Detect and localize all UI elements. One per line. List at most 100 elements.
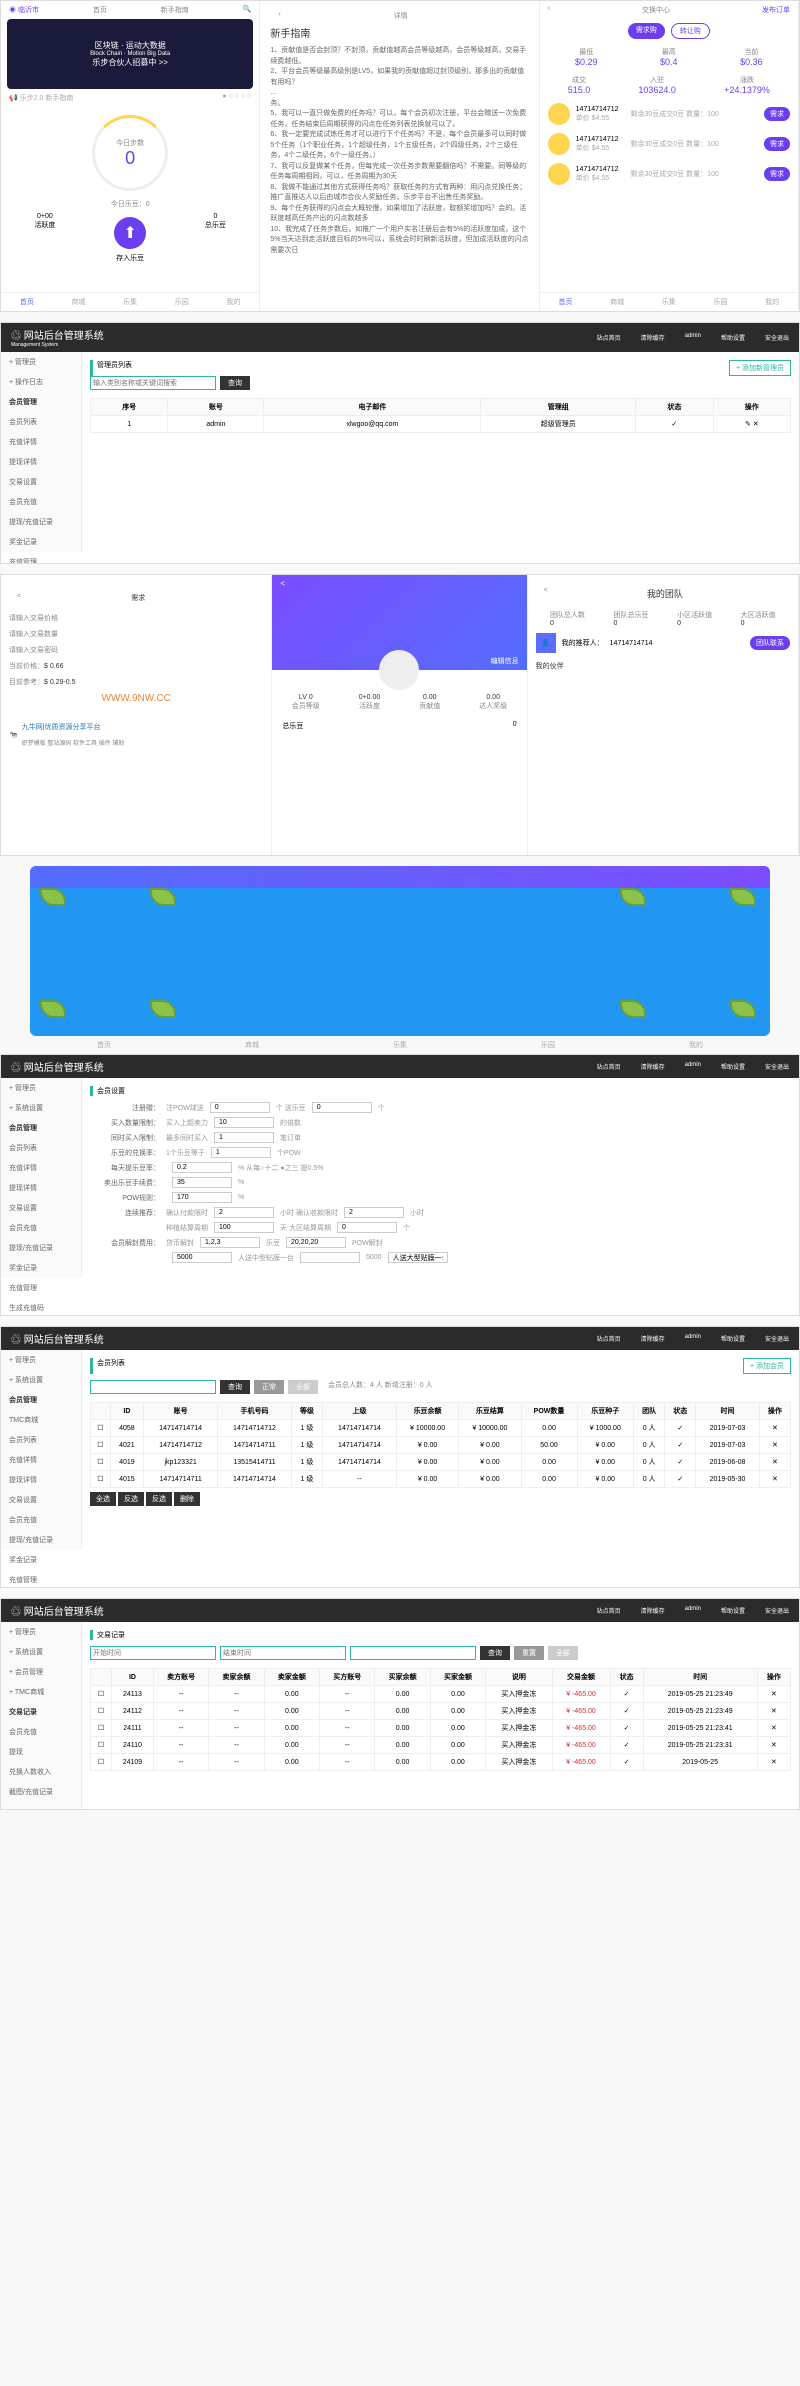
sidebar-item[interactable]: 会员充值 xyxy=(1,1510,81,1530)
sidebar-item[interactable]: 提现详情 xyxy=(1,1470,81,1490)
sidebar-item[interactable]: 会员列表 xyxy=(1,1138,81,1158)
sidebar-item[interactable]: + 管理员 xyxy=(1,1622,81,1642)
table-row[interactable]: ☐402114714714712147147147111 级1471471471… xyxy=(91,1437,791,1454)
sidebar-item[interactable]: + TMC商城 xyxy=(1,1682,81,1702)
order-item[interactable]: 14714714712单价 $4.55剩余30豆成交0豆 数量：100需求 xyxy=(540,129,798,159)
sidebar-item[interactable]: + 管理员 xyxy=(1,1078,81,1098)
location-label[interactable]: ◉ 临沂市 xyxy=(9,5,39,15)
sidebar-item[interactable]: 会员管理 xyxy=(1,392,81,412)
demand-button[interactable]: 需求 xyxy=(764,167,790,181)
add-member-button[interactable]: + 添加会员 xyxy=(743,1358,791,1374)
form-input[interactable] xyxy=(214,1132,274,1143)
table-row[interactable]: ☐24110----0.00--0.000.00买入押金冻¥ -465.00✓2… xyxy=(91,1737,791,1754)
header-icon[interactable]: 安全退出 xyxy=(765,1062,789,1071)
sidebar-item[interactable]: 充值详情 xyxy=(1,1450,81,1470)
form-input[interactable] xyxy=(214,1222,274,1233)
search-input[interactable] xyxy=(90,1380,216,1394)
sidebar-item[interactable]: 充值管理 xyxy=(1,1278,81,1298)
header-icon[interactable]: 站点首页 xyxy=(597,1334,621,1343)
table-row[interactable]: ☐24112----0.00--0.000.00买入押金冻¥ -465.00✓2… xyxy=(91,1703,791,1720)
back-icon[interactable]: ‹ xyxy=(548,5,550,15)
header-icon[interactable]: 帮助设置 xyxy=(721,333,745,342)
contact-team-button[interactable]: 团队联系 xyxy=(750,636,790,650)
sidebar-item[interactable]: 奖金记录 xyxy=(1,532,81,552)
form-input[interactable] xyxy=(300,1252,360,1263)
header-icon[interactable]: admin xyxy=(685,1062,701,1071)
header-icon[interactable]: admin xyxy=(685,1606,701,1615)
header-icon[interactable]: admin xyxy=(685,1334,701,1343)
nav-tab-collect[interactable]: 乐集 xyxy=(662,297,676,307)
nav-tab-park[interactable]: 乐园 xyxy=(175,297,189,307)
table-row[interactable]: ☐24113----0.00--0.000.00买入押金冻¥ -465.00✓2… xyxy=(91,1686,791,1703)
form-input[interactable] xyxy=(388,1252,448,1263)
header-icon[interactable]: 站点首页 xyxy=(597,1062,621,1071)
form-input[interactable] xyxy=(172,1252,232,1263)
form-input[interactable] xyxy=(337,1222,397,1233)
header-icon[interactable]: 清除缓存 xyxy=(641,1334,665,1343)
sidebar-item[interactable]: 交易设置 xyxy=(1,472,81,492)
back-icon[interactable]: < xyxy=(17,593,21,603)
sidebar-item[interactable]: 交易设置 xyxy=(1,1490,81,1510)
nav-tab-mall[interactable]: 商城 xyxy=(610,297,624,307)
form-input[interactable] xyxy=(344,1207,404,1218)
header-icon[interactable]: 安全退出 xyxy=(765,1606,789,1615)
header-icon[interactable]: 帮助设置 xyxy=(721,1334,745,1343)
sidebar-item[interactable]: 交易记录 xyxy=(1,1702,81,1722)
order-item[interactable]: 14714714712单价 $4.55剩余30豆成交0豆 数量：100需求 xyxy=(540,99,798,129)
sidebar-item[interactable]: 提现详情 xyxy=(1,1178,81,1198)
chevron-right-icon[interactable]: >> xyxy=(159,58,168,67)
table-row[interactable]: ☐24109----0.00--0.000.00买入押金冻¥ -465.00✓2… xyxy=(91,1754,791,1771)
sidebar-item[interactable]: + 管理员 xyxy=(1,1350,81,1370)
sidebar-item[interactable]: 会员管理 xyxy=(1,1390,81,1410)
search-icon[interactable]: 🔍 xyxy=(243,5,252,15)
deposit-icon[interactable]: ⬆ xyxy=(114,217,146,249)
sidebar-item[interactable]: 奖金记录 xyxy=(1,1258,81,1278)
nav-tab-home[interactable]: 首页 xyxy=(20,297,34,307)
nav-tab-me[interactable]: 我的 xyxy=(765,297,779,307)
header-icon[interactable]: 清除缓存 xyxy=(641,333,665,342)
nav-home[interactable]: 首页 xyxy=(93,5,107,15)
form-input[interactable] xyxy=(312,1102,372,1113)
nav-guide[interactable]: 新手指南 xyxy=(161,5,189,15)
form-input[interactable] xyxy=(214,1207,274,1218)
table-row[interactable]: ☐4019jkp123321135154147111 级14714714714¥… xyxy=(91,1454,791,1471)
sidebar-item[interactable]: + 会员管理 xyxy=(1,1662,81,1682)
bulk-action-button[interactable]: 全选 xyxy=(90,1492,116,1506)
input-pwd[interactable]: 请输入交易密码 xyxy=(9,645,263,655)
sidebar-item[interactable]: + 操作日志 xyxy=(1,372,81,392)
header-icon[interactable]: 安全退出 xyxy=(765,333,789,342)
table-row[interactable]: 1adminxlwgoo@qq.com超级管理员✓✎ ✕ xyxy=(91,416,791,433)
sidebar-item[interactable]: 会员管理 xyxy=(1,1118,81,1138)
search-button[interactable]: 查询 xyxy=(480,1646,510,1660)
back-icon[interactable]: < xyxy=(280,579,285,588)
sidebar-item[interactable]: 截图/充值记录 xyxy=(1,1782,81,1802)
bulk-action-button[interactable]: 删除 xyxy=(174,1492,200,1506)
sidebar-item[interactable]: 会员列表 xyxy=(1,1430,81,1450)
form-input[interactable] xyxy=(172,1192,232,1203)
nav-tab-home[interactable]: 首页 xyxy=(558,297,572,307)
form-input[interactable] xyxy=(214,1117,274,1128)
filter-normal-button[interactable]: 正常 xyxy=(254,1380,284,1394)
table-row[interactable]: ☐405814714714714147147147121 级1471471471… xyxy=(91,1420,791,1437)
header-icon[interactable]: 站点首页 xyxy=(597,1606,621,1615)
nav-tab[interactable]: 商城 xyxy=(245,1040,259,1050)
nav-tab[interactable]: 乐集 xyxy=(393,1040,407,1050)
sidebar-item[interactable]: + 系统设置 xyxy=(1,1370,81,1390)
search-button[interactable]: 查询 xyxy=(220,376,250,390)
input-qty[interactable]: 请输入交易数量 xyxy=(9,629,263,639)
header-icon[interactable]: 清除缓存 xyxy=(641,1062,665,1071)
header-icon[interactable]: 站点首页 xyxy=(597,333,621,342)
form-input[interactable] xyxy=(211,1147,271,1158)
nav-tab-me[interactable]: 我的 xyxy=(226,297,240,307)
sidebar-item[interactable]: 充值详情 xyxy=(1,432,81,452)
nav-tab-mall[interactable]: 商城 xyxy=(71,297,85,307)
demand-button[interactable]: 需求 xyxy=(764,137,790,151)
back-icon[interactable]: < xyxy=(544,587,548,600)
sidebar-item[interactable]: 充值详情 xyxy=(1,1158,81,1178)
banner[interactable]: 区块链 · 运动大数据 Block Chain · Motion Big Dat… xyxy=(7,19,253,89)
header-icon[interactable]: 帮助设置 xyxy=(721,1606,745,1615)
sidebar-item[interactable]: 充值管理 xyxy=(1,1570,81,1588)
sidebar-item[interactable]: 会员充值 xyxy=(1,492,81,512)
sidebar-item[interactable]: 会员列表 xyxy=(1,412,81,432)
form-input[interactable] xyxy=(210,1102,270,1113)
